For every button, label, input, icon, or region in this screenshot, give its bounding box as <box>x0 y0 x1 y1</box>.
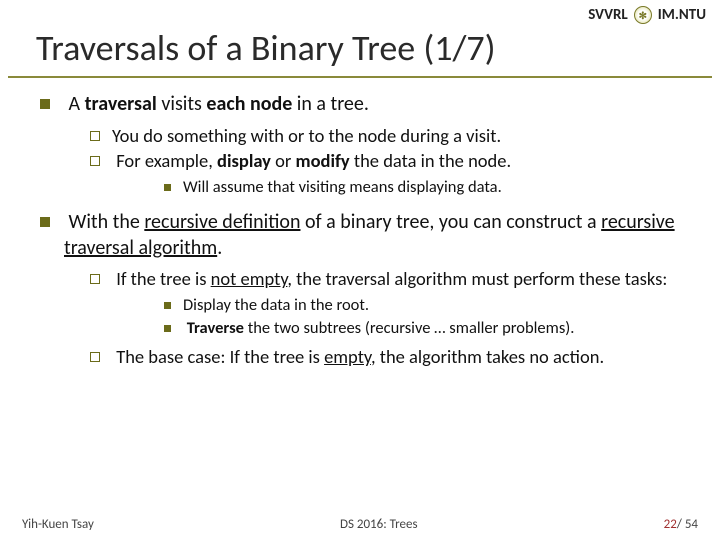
slide-title: Traversals of a Binary Tree (1/7) <box>8 26 712 78</box>
slide-footer: Yih-Kuen Tsay DS 2016: Trees 22/ 54 <box>0 517 720 532</box>
footer-page: 22/ 54 <box>664 517 698 532</box>
footer-author: Yih-Kuen Tsay <box>22 517 94 532</box>
bullet-assume-display: Will assume that visiting means displayi… <box>112 177 688 198</box>
header-left: SVVRL <box>588 6 628 24</box>
bullet-traversal-definition: A traversal visits each node in a tree. … <box>40 92 688 198</box>
page-sep: / <box>677 517 685 532</box>
bullet-base-case: The base case: If the tree is empty, the… <box>64 345 688 369</box>
footer-course: DS 2016: Trees <box>340 517 418 532</box>
ntu-logo-icon: ✻ <box>634 6 652 24</box>
bullet-display-root: Display the data in the root. <box>112 295 688 316</box>
page-total: 54 <box>685 517 698 532</box>
header-right: IM.NTU <box>658 6 706 24</box>
bullet-display-modify: For example, display or modify the data … <box>64 149 688 198</box>
page-current: 22 <box>664 517 677 532</box>
bullet-visit-action: You do something with or to the node dur… <box>64 124 688 148</box>
bullet-recursive-definition: With the recursive definition of a binar… <box>40 210 688 369</box>
slide-body: A traversal visits each node in a tree. … <box>0 78 720 369</box>
bullet-traverse-subtrees: Traverse the two subtrees (recursive … s… <box>112 318 688 339</box>
bullet-not-empty-tasks: If the tree is not empty, the traversal … <box>64 267 688 339</box>
slide-header: SVVRL ✻ IM.NTU <box>0 0 720 26</box>
